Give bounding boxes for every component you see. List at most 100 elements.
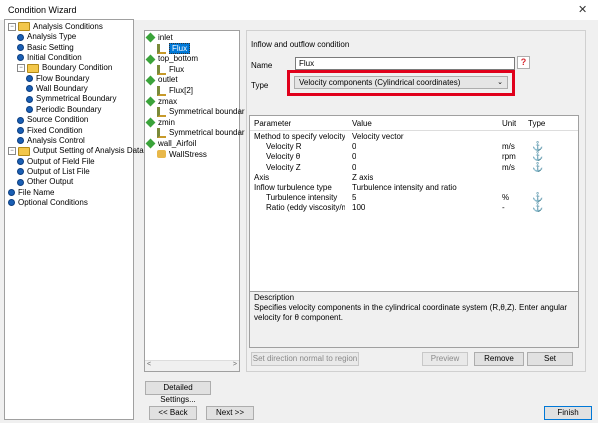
region-item[interactable]: zmax	[145, 96, 178, 107]
cell-value[interactable]: 5	[352, 193, 356, 203]
name-field[interactable]: Flux	[295, 57, 515, 70]
list-item-label: outlet	[158, 75, 178, 85]
scroll-left-icon[interactable]: <	[147, 361, 151, 368]
cell-value[interactable]: 0	[352, 152, 356, 162]
list-item-label: zmin	[158, 117, 175, 127]
tree-item-label: Fixed Condition	[27, 125, 83, 135]
anchor-icon[interactable]: ⚓	[532, 192, 543, 202]
folder-icon	[27, 63, 39, 73]
cell-value[interactable]: Velocity vector	[352, 132, 404, 142]
bullet-icon	[26, 85, 33, 93]
type-select[interactable]: Velocity components (Cylindrical coordin…	[294, 76, 508, 89]
table-row[interactable]: Velocity θ 0 rpm ⚓	[250, 151, 578, 162]
table-row[interactable]: Axis Z axis	[250, 173, 578, 183]
tree-item-label: Analysis Type	[27, 32, 77, 42]
remove-button[interactable]: Remove	[474, 352, 524, 366]
cell-value[interactable]: 100	[352, 203, 365, 213]
cell-value[interactable]: Z axis	[352, 173, 373, 183]
table-row[interactable]: Ratio (eddy viscosity/m... 100 - ⚓	[250, 202, 578, 213]
cell-value[interactable]: 0	[352, 142, 356, 152]
anchor-icon[interactable]: ⚓	[532, 151, 543, 161]
region-icon	[145, 75, 156, 86]
bullet-icon	[26, 106, 33, 114]
table-row[interactable]: Velocity Z 0 m/s ⚓	[250, 162, 578, 173]
set-button[interactable]: Set	[527, 352, 573, 366]
tree-item[interactable]: Initial Condition	[17, 53, 82, 63]
settings-panel: Inflow and outflow condition Name Flux ?…	[246, 30, 586, 372]
scroll-right-icon[interactable]: >	[233, 361, 237, 368]
detailed-settings-button[interactable]: Detailed Settings...	[145, 381, 211, 404]
tree-item-label: Analysis Conditions	[33, 22, 103, 31]
cell-parameter: Method to specify velocity	[254, 132, 345, 141]
table-row[interactable]: Inflow turbulence type Turbulence intensi…	[250, 183, 578, 193]
tree-item[interactable]: − Boundary Condition	[17, 63, 112, 73]
tree-item[interactable]: File Name	[8, 188, 54, 198]
anchor-icon[interactable]: ⚓	[532, 162, 543, 172]
condition-item[interactable]: WallStress	[157, 150, 207, 160]
tree-item[interactable]: Optional Conditions	[8, 198, 88, 208]
cell-value[interactable]: 0	[352, 163, 356, 173]
tree-item-label: File Name	[18, 187, 55, 197]
region-icon	[145, 32, 156, 43]
list-scrollbar[interactable]: < >	[145, 360, 239, 371]
bullet-icon	[17, 157, 24, 165]
tree-item[interactable]: − Analysis Conditions	[8, 22, 103, 32]
collapse-icon[interactable]: −	[8, 147, 16, 156]
name-field-value: Flux	[299, 59, 315, 68]
condition-item[interactable]: Flux	[157, 64, 184, 75]
description-box: Description Specifies velocity component…	[249, 291, 579, 348]
cell-unit: rpm	[502, 152, 516, 162]
tree-item[interactable]: Periodic Boundary	[26, 105, 101, 115]
collapse-icon[interactable]: −	[8, 22, 16, 31]
close-icon[interactable]: ✕	[578, 3, 587, 16]
table-row[interactable]: Turbulence intensity 5% ⚓	[250, 192, 578, 203]
tree-item[interactable]: Fixed Condition	[17, 126, 83, 136]
tree-item[interactable]: Wall Boundary	[26, 84, 88, 94]
tree-item[interactable]: Basic Setting	[17, 43, 74, 53]
back-button[interactable]: << Back	[149, 406, 197, 420]
tree-item[interactable]: Output of Field File	[17, 157, 95, 167]
region-item[interactable]: zmin	[145, 117, 175, 128]
tree-item-label: Other Output	[27, 177, 74, 187]
cell-value[interactable]: Turbulence intensity and ratio	[352, 183, 457, 193]
tree-item[interactable]: Other Output	[17, 177, 73, 187]
condition-item[interactable]: Flux[2]	[157, 86, 193, 96]
cell-parameter: Ratio (eddy viscosity/m...	[266, 203, 345, 213]
tree-item[interactable]: Analysis Type	[17, 32, 76, 42]
anchor-icon[interactable]: ⚓	[532, 202, 543, 212]
condition-item[interactable]: Flux	[157, 42, 191, 54]
tree-item[interactable]: Analysis Control	[17, 136, 85, 146]
region-item[interactable]: inlet	[145, 32, 173, 43]
tree-item-label: Flow Boundary	[36, 73, 90, 83]
cell-parameter: Axis	[254, 172, 270, 182]
list-item-label: zmax	[158, 96, 178, 106]
collapse-icon[interactable]: −	[17, 64, 25, 73]
flux-icon	[157, 86, 166, 96]
preview-button[interactable]: Preview	[422, 352, 468, 366]
tree-item[interactable]: Output of List File	[17, 167, 90, 177]
next-button[interactable]: Next >>	[206, 406, 254, 420]
bullet-icon	[17, 54, 24, 62]
anchor-icon[interactable]: ⚓	[532, 141, 543, 151]
region-icon	[145, 117, 156, 128]
table-row[interactable]: Velocity R 0 m/s ⚓	[250, 141, 578, 152]
tree-item[interactable]: Symmetrical Boundary	[26, 94, 116, 104]
cell-unit: m/s	[502, 142, 515, 152]
bullet-icon	[17, 137, 24, 145]
condition-item[interactable]: Symmetrical boundar	[157, 107, 245, 118]
header-unit: Unit	[502, 119, 517, 128]
tree-item[interactable]: − Output Setting of Analysis Data	[8, 146, 144, 156]
tree-item[interactable]: Source Condition	[17, 115, 88, 125]
finish-button[interactable]: Finish	[544, 406, 592, 420]
region-item[interactable]: outlet	[145, 75, 178, 86]
condition-item[interactable]: Symmetrical boundar	[157, 128, 245, 139]
cell-unit: m/s	[502, 162, 515, 172]
set-direction-button[interactable]: Set direction normal to region	[251, 352, 359, 366]
tree-item-label: Boundary Condition	[42, 63, 113, 73]
help-button[interactable]: ?	[517, 56, 530, 69]
region-item[interactable]: top_bottom	[145, 54, 198, 65]
tree-item[interactable]: Flow Boundary	[26, 74, 89, 84]
folder-icon	[18, 22, 30, 32]
region-item[interactable]: wall_Airfoil	[145, 138, 196, 149]
table-row[interactable]: Method to specify velocity Velocity vecto…	[250, 132, 578, 142]
